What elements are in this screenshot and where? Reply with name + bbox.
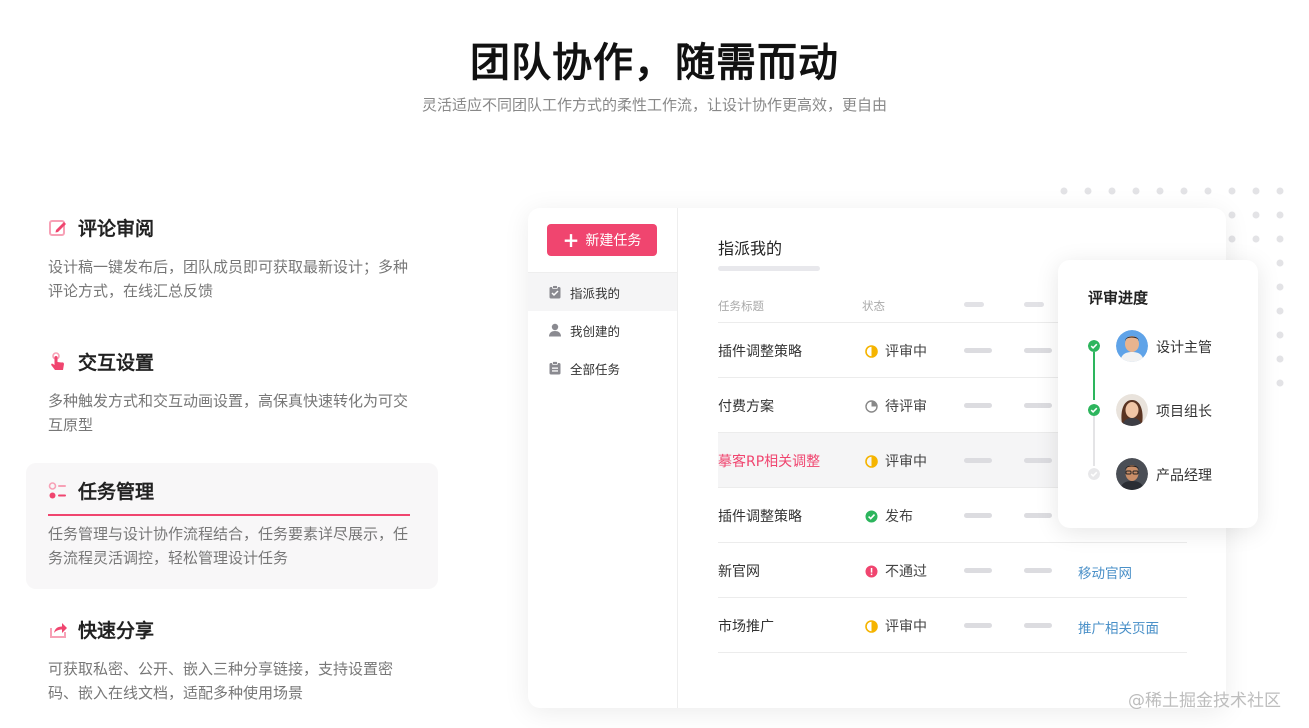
feature-desc: 可获取私密、公开、嵌入三种分享链接，支持设置密码、嵌入在线文档，适配多种使用场景: [48, 660, 394, 702]
placeholder-bar: [964, 513, 992, 518]
placeholder-bar: [964, 348, 992, 353]
task-status: 评审中: [865, 451, 927, 471]
sidebar-item-assigned-to-me[interactable]: 指派我的: [528, 273, 677, 311]
column-header-status: 状态: [862, 299, 885, 313]
placeholder-bar: [1024, 623, 1052, 628]
progress-line: [1093, 352, 1095, 400]
task-title: 插件调整策略: [718, 344, 802, 360]
review-progress-card: 评审进度 设计主管 项目组长 产品经理: [1058, 260, 1258, 528]
feature-interaction-settings[interactable]: 交互设置 多种触发方式和交互动画设置，高保真快速转化为可交互原型: [26, 334, 438, 453]
status-label: 待评审: [885, 399, 927, 415]
share-icon: [50, 622, 67, 638]
half-circle-icon: [865, 454, 878, 468]
task-link[interactable]: 推广相关页面: [1078, 617, 1159, 637]
feature-title: 评论审阅: [78, 218, 155, 240]
placeholder-bar: [964, 458, 992, 463]
sidebar-item-created-by-me[interactable]: 我创建的: [528, 311, 677, 349]
edit-icon: [49, 219, 66, 236]
check-circle-icon: [1088, 404, 1100, 416]
clipboard-check-icon: [549, 285, 561, 299]
feature-task-management[interactable]: 任务管理 任务管理与设计协作流程结合，任务要素详尽展示，任务流程灵活调控，轻松管…: [26, 463, 438, 589]
feature-title: 任务管理: [78, 481, 155, 503]
avatar: [1116, 394, 1148, 426]
pending-circle-icon: [1088, 468, 1100, 480]
hero-title: 团队协作，随需而动: [470, 40, 839, 86]
progress-line: [1093, 416, 1095, 466]
tap-hand-icon: [51, 351, 64, 370]
reviewer-name: 产品经理: [1156, 468, 1212, 484]
watermark: @稀土掘金技术社区: [1128, 691, 1281, 711]
task-title: 付费方案: [718, 399, 774, 415]
half-circle-icon: [865, 619, 878, 633]
column-header-title: 任务标题: [718, 299, 764, 313]
status-label: 评审中: [885, 344, 927, 360]
task-status: 待评审: [865, 396, 927, 416]
sidebar-item-label: 我创建的: [570, 323, 621, 339]
check-circle-icon: [1088, 340, 1100, 352]
feature-desc: 任务管理与设计协作流程结合，任务要素详尽展示，任务流程灵活调控，轻松管理设计任务: [48, 525, 409, 567]
placeholder-bar: [1024, 403, 1052, 408]
placeholder-bar: [964, 403, 992, 408]
feature-desc: 设计稿一键发布后，团队成员即可获取最新设计；多种评论方式，在线汇总反馈: [48, 258, 409, 300]
feature-quick-share[interactable]: 快速分享 可获取私密、公开、嵌入三种分享链接，支持设置密码、嵌入在线文档，适配多…: [26, 602, 438, 721]
task-title: 新官网: [718, 564, 760, 580]
table-row[interactable]: 市场推广 评审中 推广相关页面: [718, 597, 1187, 652]
placeholder-bar: [964, 623, 992, 628]
reviewer-name: 项目组长: [1156, 404, 1212, 420]
feature-desc: 多种触发方式和交互动画设置，高保真快速转化为可交互原型: [48, 392, 409, 434]
new-task-button[interactable]: + 新建任务: [547, 224, 657, 256]
task-status: 评审中: [865, 616, 927, 636]
status-label: 评审中: [885, 619, 927, 635]
task-status: 不通过: [865, 561, 927, 581]
hero-subtitle: 灵活适应不同团队工作方式的柔性工作流，让设计协作更高效，更自由: [421, 96, 887, 114]
column-header-placeholder: [964, 302, 984, 307]
feature-title: 交互设置: [78, 352, 155, 374]
half-circle-icon: [865, 344, 878, 358]
alert-circle-icon: [865, 565, 878, 577]
pie-icon: [865, 399, 878, 413]
placeholder-bar: [1024, 458, 1052, 463]
task-link[interactable]: 移动官网: [1078, 562, 1132, 582]
task-title: 市场推广: [718, 619, 774, 635]
reviewer-name: 设计主管: [1156, 340, 1212, 356]
title-placeholder-bar: [718, 266, 820, 271]
clipboard-icon: [549, 361, 561, 375]
placeholder-bar: [1024, 348, 1052, 353]
active-underline: [48, 514, 410, 516]
task-title: 摹客RP相关调整: [718, 454, 821, 470]
task-title: 插件调整策略: [718, 509, 802, 525]
sidebar-item-label: 全部任务: [570, 361, 621, 377]
feature-comment-review[interactable]: 评论审阅 设计稿一键发布后，团队成员即可获取最新设计；多种评论方式，在线汇总反馈: [26, 200, 438, 319]
task-status: 发布: [865, 506, 913, 526]
task-sidebar: + 新建任务 指派我的 我创建的 全部任务: [528, 208, 678, 708]
placeholder-bar: [1024, 513, 1052, 518]
sidebar-item-all-tasks[interactable]: 全部任务: [528, 349, 677, 387]
column-header-placeholder: [1024, 302, 1044, 307]
plus-icon: +: [562, 228, 580, 252]
placeholder-bar: [964, 568, 992, 573]
avatar: [1116, 458, 1148, 490]
main-title: 指派我的: [718, 239, 783, 258]
review-title: 评审进度: [1088, 289, 1149, 307]
status-label: 发布: [885, 509, 913, 525]
status-label: 不通过: [885, 564, 927, 580]
table-bottom-border: [718, 652, 1187, 653]
status-label: 评审中: [885, 454, 927, 470]
check-circle-icon: [865, 510, 878, 522]
task-list-icon: [48, 481, 66, 498]
avatar: [1116, 330, 1148, 362]
task-status: 评审中: [865, 341, 927, 361]
feature-title: 快速分享: [78, 620, 155, 642]
sidebar-item-label: 指派我的: [570, 285, 621, 301]
user-icon: [549, 323, 561, 337]
placeholder-bar: [1024, 568, 1052, 573]
table-row[interactable]: 新官网 不通过 移动官网: [718, 542, 1187, 597]
new-task-label: 新建任务: [585, 233, 642, 249]
